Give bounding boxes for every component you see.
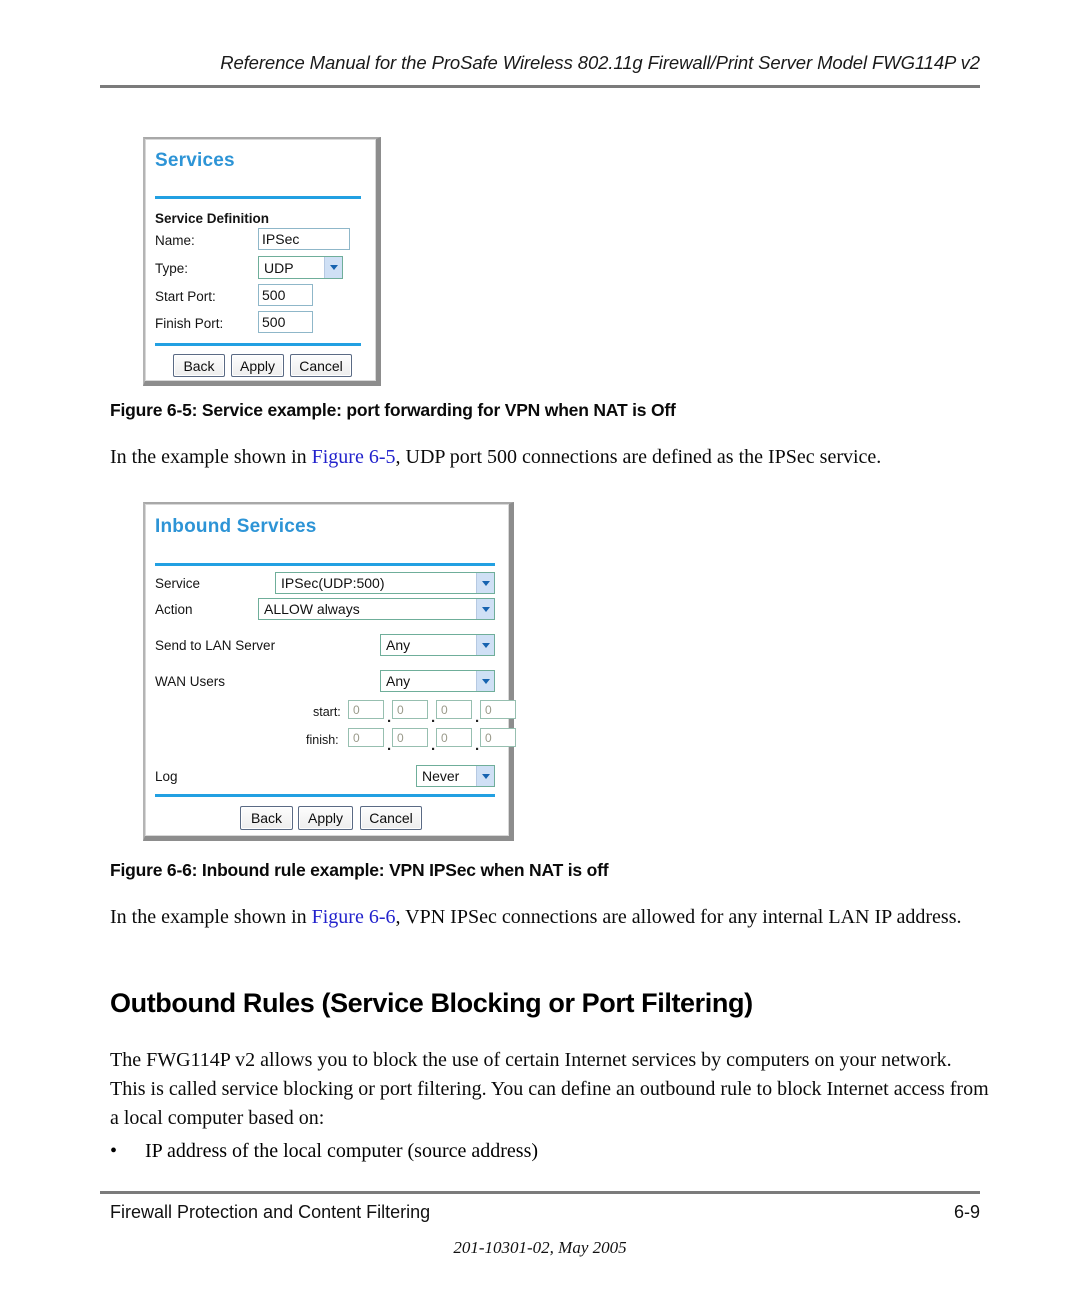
finish-ip-separator-2: . xyxy=(431,737,436,754)
figure-6-5-caption: Figure 6-5: Service example: port forwar… xyxy=(110,400,676,420)
start-port-input[interactable]: 500 xyxy=(258,284,313,306)
footer-page-number: 6-9 xyxy=(953,1202,980,1222)
page-section-heading: Outbound Rules (Service Blocking or Port… xyxy=(110,988,753,1018)
chevron-down-icon[interactable] xyxy=(476,599,494,619)
chevron-down-icon[interactable] xyxy=(476,671,494,691)
start-ip-octet-2[interactable]: 0 xyxy=(392,700,428,719)
start-ip-separator-3: . xyxy=(475,709,480,726)
inbound-button-divider xyxy=(155,794,495,797)
document-page: Reference Manual for the ProSafe Wireles… xyxy=(0,0,1080,1296)
inbound-apply-button[interactable]: Apply xyxy=(298,806,353,830)
start-ip-octet-4[interactable]: 0 xyxy=(480,700,516,719)
inbound-cancel-button[interactable]: Cancel xyxy=(360,806,422,830)
paragraph-text-before: In the example shown in xyxy=(110,906,312,928)
action-select[interactable]: ALLOW always xyxy=(258,598,495,620)
services-cancel-button[interactable]: Cancel xyxy=(290,354,352,377)
paragraph-text-before: In the example shown in xyxy=(110,446,312,468)
name-field-label: Name: xyxy=(155,233,195,248)
service-select[interactable]: IPSec(UDP:500) xyxy=(275,572,495,594)
figure-6-6-xref-link[interactable]: Figure 6-6 xyxy=(312,906,396,928)
send-to-lan-server-value: Any xyxy=(386,637,411,653)
footer-chapter-title: Firewall Protection and Content Filterin… xyxy=(110,1202,431,1222)
finish-ip-octet-3[interactable]: 0 xyxy=(436,728,472,747)
type-select-value: UDP xyxy=(264,259,294,276)
wan-users-label: WAN Users xyxy=(155,674,225,689)
services-title-divider xyxy=(155,196,361,199)
wan-users-value: Any xyxy=(386,673,411,689)
footer-rule xyxy=(100,1191,980,1194)
start-ip-label: start: xyxy=(313,705,341,719)
chevron-down-icon[interactable] xyxy=(324,257,342,278)
service-definition-label: Service Definition xyxy=(155,211,270,226)
finish-ip-octet-2[interactable]: 0 xyxy=(392,728,428,747)
chevron-down-icon[interactable] xyxy=(476,573,494,593)
list-item: • IP address of the local computer (sour… xyxy=(110,1137,990,1165)
name-input[interactable]: IPSec xyxy=(258,228,350,250)
log-select[interactable]: Never xyxy=(416,765,495,787)
outbound-section-paragraph: The FWG114P v2 allows you to block the u… xyxy=(110,1049,989,1129)
start-ip-octet-1[interactable]: 0 xyxy=(348,700,384,719)
wan-users-select[interactable]: Any xyxy=(380,670,495,692)
bullet-glyph-icon: • xyxy=(110,1140,118,1162)
start-port-label: Start Port: xyxy=(155,289,216,304)
action-row-label: Action xyxy=(155,602,193,617)
inbound-services-dialog-title: Inbound Services xyxy=(155,516,317,537)
figure-6-5-xref-link[interactable]: Figure 6-5 xyxy=(312,446,396,468)
type-select[interactable]: UDP xyxy=(258,256,343,279)
figure-6-6-caption: Figure 6-6: Inbound rule example: VPN IP… xyxy=(110,860,609,880)
start-ip-octet-3[interactable]: 0 xyxy=(436,700,472,719)
log-label: Log xyxy=(155,769,178,784)
services-back-button[interactable]: Back xyxy=(173,354,225,377)
start-ip-separator-2: . xyxy=(431,709,436,726)
services-apply-button[interactable]: Apply xyxy=(231,354,284,377)
finish-ip-octet-4[interactable]: 0 xyxy=(480,728,516,747)
log-select-value: Never xyxy=(422,768,460,784)
finish-ip-label: finish: xyxy=(306,733,339,747)
chevron-down-icon[interactable] xyxy=(476,635,494,655)
service-select-value: IPSec(UDP:500) xyxy=(281,575,385,591)
send-to-lan-server-label: Send to LAN Server xyxy=(155,638,276,653)
list-item-label: IP address of the local computer (source… xyxy=(145,1140,539,1162)
paragraph-text-after: , UDP port 500 connections are defined a… xyxy=(395,446,882,468)
paragraph-text-after: , VPN IPSec connections are allowed for … xyxy=(395,906,962,928)
inbound-services-dialog: Inbound Services Service IPSec(UDP:500) … xyxy=(143,502,516,841)
start-ip-separator-1: . xyxy=(387,709,392,726)
chevron-down-icon[interactable] xyxy=(476,766,494,786)
action-select-value: ALLOW always xyxy=(264,601,360,617)
figure-6-6-paragraph: In the example shown in Figure 6-6, VPN … xyxy=(110,903,990,932)
inbound-back-button[interactable]: Back xyxy=(240,806,293,830)
finish-ip-separator-3: . xyxy=(475,737,480,754)
running-header: Reference Manual for the ProSafe Wireles… xyxy=(220,52,980,73)
inbound-title-divider xyxy=(155,563,495,566)
header-rule xyxy=(100,85,980,88)
finish-ip-separator-1: . xyxy=(387,737,392,754)
finish-ip-octet-1[interactable]: 0 xyxy=(348,728,384,747)
service-row-label: Service xyxy=(155,576,201,591)
footer-document-id: 201-10301-02, May 2005 xyxy=(453,1238,627,1257)
services-dialog: Services Service Definition Name: IPSec … xyxy=(143,137,381,386)
finish-port-label: Finish Port: xyxy=(155,316,224,331)
services-dialog-title: Services xyxy=(155,150,235,171)
finish-port-input[interactable]: 500 xyxy=(258,311,313,333)
services-button-divider xyxy=(155,343,361,346)
figure-6-5-paragraph: In the example shown in Figure 6-5, UDP … xyxy=(110,443,990,472)
send-to-lan-server-select[interactable]: Any xyxy=(380,634,495,656)
type-field-label: Type: xyxy=(155,261,189,276)
